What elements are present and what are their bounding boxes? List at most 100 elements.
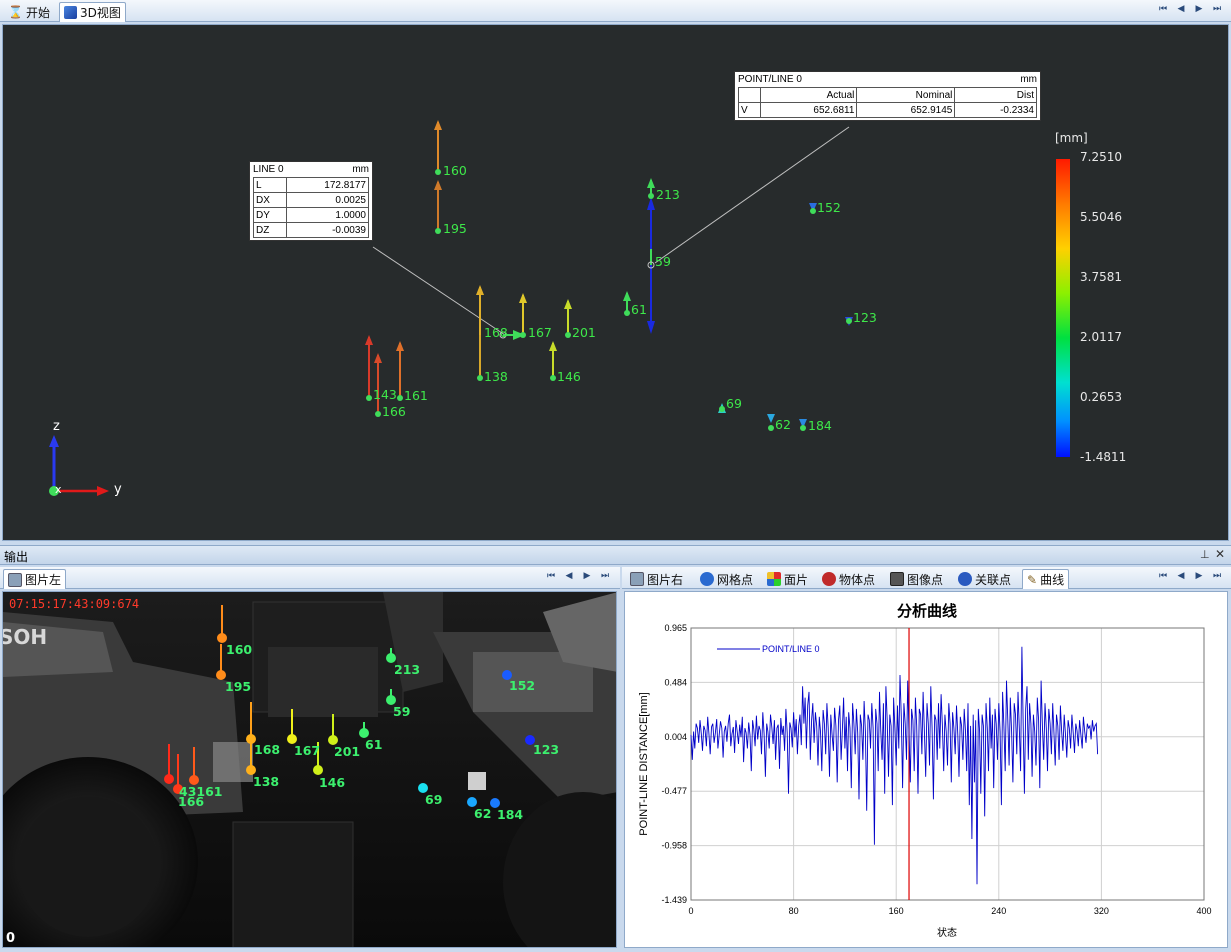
x-tick-labels: 0 80 160 240 320 400 (688, 906, 1211, 916)
first-page-icon[interactable]: ⏮ (1158, 571, 1168, 581)
colorbar: [mm] 7.2510 5.5046 3.7581 2.0117 0.2653 … (1055, 131, 1126, 464)
3d-viewport[interactable]: 160 195 213 59 152 168 167 201 61 123 14… (2, 24, 1229, 541)
point-label-123: 123 (853, 310, 877, 325)
x-tick-label: 240 (991, 906, 1006, 916)
y-tick-label: 0.004 (664, 732, 687, 742)
tab-curve[interactable]: ✎ 曲线 (1022, 569, 1070, 589)
img-label-138: 138 (253, 774, 279, 789)
next-page-icon[interactable]: ▶ (582, 571, 592, 581)
pointline-box-leader (654, 126, 850, 264)
pointline-info-box[interactable]: POINT/LINE 0 mm Actual Nominal Dist V 652.68… (734, 71, 1041, 121)
img-label-184: 184 (497, 807, 523, 822)
y-tick-label: 0.965 (664, 623, 687, 633)
y-tick-label: -1.439 (661, 895, 687, 905)
curve-icon: ✎ (1027, 572, 1038, 587)
image-frame-number: 0 (6, 931, 15, 946)
last-page-icon[interactable]: ⏭ (600, 571, 610, 581)
last-page-icon[interactable]: ⏭ (1212, 571, 1222, 581)
img-label-168: 168 (254, 742, 280, 757)
close-icon[interactable]: ✕ (1215, 547, 1225, 561)
output-panel-header: 输出 ⊥ ✕ (0, 545, 1231, 565)
img-label-167: 167 (294, 743, 320, 758)
linked-points-icon (958, 572, 972, 586)
y-tick-label: 0.484 (664, 677, 687, 687)
analysis-chart[interactable]: 分析曲线 0.965 0.484 0.004 -0.477 -0.958 -1.439 0… (625, 592, 1228, 948)
tab-linked-points-label: 关联点 (975, 572, 1012, 587)
top-nav-buttons: ⏮ ◀ ▶ ⏭ (1158, 4, 1222, 14)
x-axis-label: 状态 (937, 926, 957, 939)
tab-image-left[interactable]: 图片左 (3, 569, 67, 589)
pointline-box-table: Actual Nominal Dist V 652.6811 652.9145 -0.23… (738, 87, 1037, 118)
tab-image-right[interactable]: 图片右 (626, 569, 687, 589)
colorbar-tick: 3.7581 (1080, 270, 1122, 284)
grid-points-icon (700, 572, 714, 586)
hourglass-icon: ⌛ (8, 5, 23, 19)
image-icon (8, 572, 22, 587)
point-label-184: 184 (808, 418, 832, 433)
tab-patch[interactable]: 面片 (763, 569, 812, 589)
chart-title: 分析曲线 (897, 602, 957, 620)
point-label-61: 61 (631, 302, 647, 317)
colorbar-unit: [mm] (1055, 131, 1088, 145)
y-tick-label: -0.477 (661, 786, 687, 796)
img-label-123: 123 (533, 742, 559, 757)
point-label-160: 160 (443, 163, 467, 178)
3d-scene[interactable]: 160 195 213 59 152 168 167 201 61 123 14… (3, 25, 1229, 541)
colorbar-tick: 5.5046 (1080, 210, 1122, 224)
img-label-152: 152 (509, 678, 535, 693)
line-box-table: L 172.8177 DX 0.0025 DY 1.0000 DZ -0.0039 (252, 177, 369, 238)
tab-image-left-label: 图片左 (25, 573, 62, 587)
img-label-59: 59 (393, 704, 410, 719)
tab-grid-points-label: 网格点 (717, 572, 754, 587)
line-box-leader (372, 246, 506, 336)
prev-page-icon[interactable]: ◀ (1176, 571, 1186, 581)
first-page-icon[interactable]: ⏮ (1158, 4, 1168, 14)
point-label-146: 146 (557, 369, 581, 384)
next-page-icon[interactable]: ▶ (1194, 4, 1204, 14)
axis-label-x: x (55, 483, 62, 496)
analysis-curve-panel[interactable]: 分析曲线 0.965 0.484 0.004 -0.477 -0.958 -1.439 0… (624, 591, 1228, 948)
prev-page-icon[interactable]: ◀ (564, 571, 574, 581)
line-box-title: LINE 0 (253, 164, 284, 175)
x-tick-label: 400 (1196, 906, 1211, 916)
tab-patch-label: 面片 (784, 572, 809, 587)
point-label-167: 167 (528, 325, 552, 340)
output-panel-title: 输出 (4, 550, 29, 564)
line-info-box[interactable]: LINE 0 mm L 172.8177 DX 0.0025 DY 1.0000 DZ -… (249, 161, 373, 241)
last-page-icon[interactable]: ⏭ (1212, 4, 1222, 14)
point-label-195: 195 (443, 221, 467, 236)
prev-page-icon[interactable]: ◀ (1176, 4, 1186, 14)
tab-image-points[interactable]: 图像点 (886, 569, 947, 589)
y-tick-labels: 0.965 0.484 0.004 -0.477 -0.958 -1.439 (661, 623, 687, 905)
tab-start[interactable]: ⌛ 开始 (4, 2, 54, 22)
pin-icon[interactable]: ⊥ (1200, 548, 1210, 561)
point-vectors (365, 120, 853, 428)
next-page-icon[interactable]: ▶ (1194, 571, 1204, 581)
tab-object-points[interactable]: 物体点 (818, 569, 879, 589)
pointline-box-title: POINT/LINE 0 (738, 74, 802, 85)
tab-linked-points[interactable]: 关联点 (954, 569, 1015, 589)
line-box-unit: mm (352, 164, 369, 175)
point-label-152: 152 (817, 200, 841, 215)
legend-entry-point-line-0: POINT/LINE 0 (762, 644, 820, 654)
image-timestamp: 07:15:17:43:09:674 (9, 597, 139, 611)
tab-3d-view-label: 3D视图 (80, 6, 121, 20)
tab-grid-points[interactable]: 网格点 (696, 569, 757, 589)
left-camera-image[interactable]: SOH 160 195 213 152 59 168 167 201 61 12… (2, 591, 617, 948)
colorbar-tick: -1.4811 (1080, 450, 1126, 464)
img-label-61: 61 (365, 737, 382, 752)
first-page-icon[interactable]: ⏮ (546, 571, 556, 581)
image-icon (630, 572, 644, 586)
y-axis-label: POINT-LINE DISTANCE[mm] (638, 692, 650, 835)
x-tick-label: 0 (688, 906, 693, 916)
tab-3d-view[interactable]: 3D视图 (59, 2, 126, 22)
x-tick-label: 320 (1094, 906, 1109, 916)
point-label-168: 168 (484, 325, 508, 340)
x-tick-label: 160 (889, 906, 904, 916)
chart-legend: POINT/LINE 0 (717, 644, 820, 654)
point-label-143: 143 (373, 387, 397, 402)
tab-image-right-label: 图片右 (647, 572, 684, 587)
img-label-201: 201 (334, 744, 360, 759)
axis-label-z: z (53, 419, 60, 434)
pointline-box-unit: mm (1020, 74, 1037, 85)
